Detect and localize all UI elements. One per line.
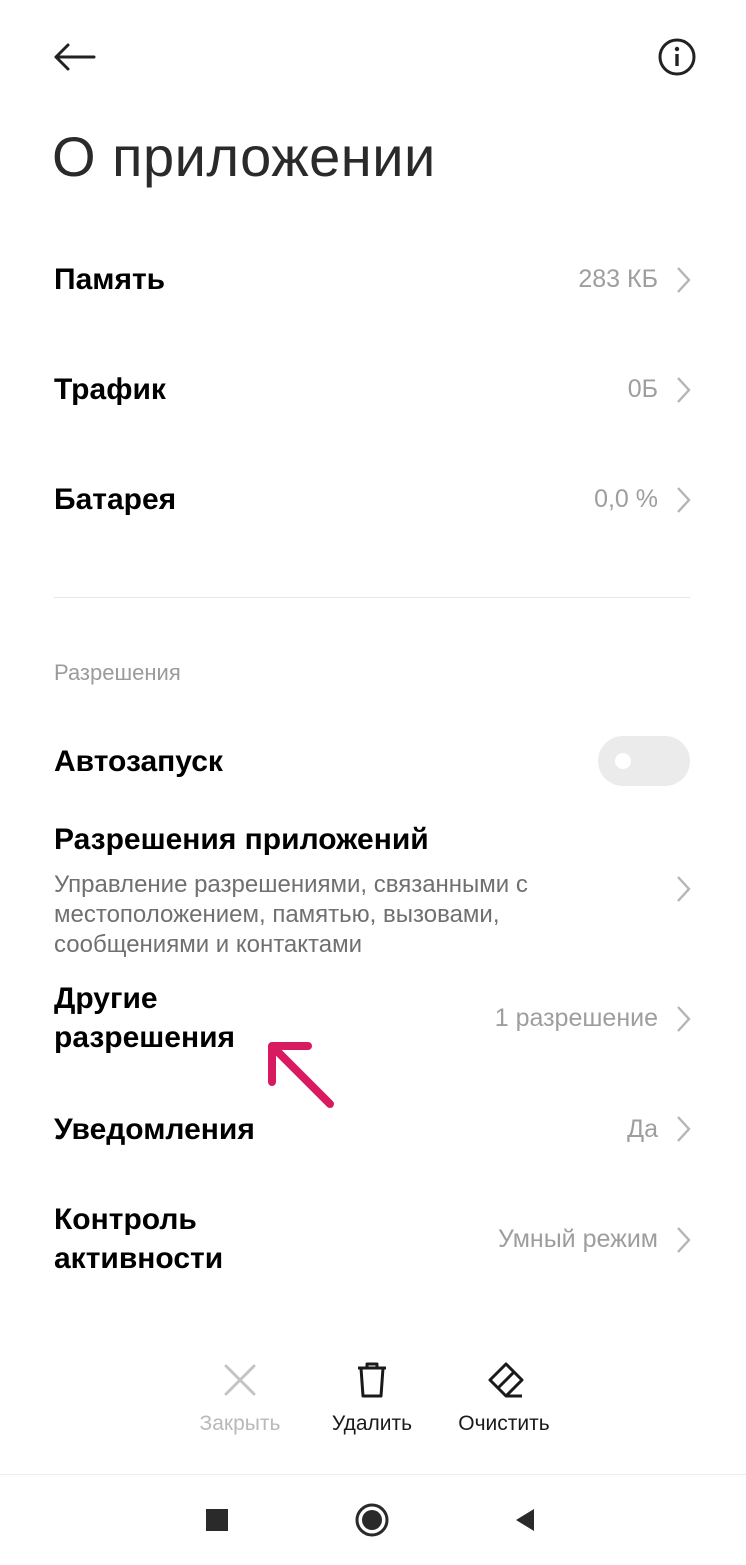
other-permissions-label-line1: Другие [54, 982, 158, 1015]
chevron-right-icon [677, 377, 691, 403]
chevron-right-icon [677, 487, 691, 513]
back-button[interactable] [46, 29, 102, 85]
autostart-toggle[interactable] [598, 736, 690, 786]
section-divider [54, 597, 690, 598]
app-permissions-label: Разрешения приложений [54, 823, 429, 856]
other-permissions-value: 1 разрешение [494, 1004, 658, 1032]
notifications-label: Уведомления [54, 1113, 255, 1146]
chevron-right-icon [677, 876, 691, 902]
arrow-left-icon [54, 43, 96, 71]
app-permissions-description: Управление разрешениями, связанными с ме… [54, 871, 528, 958]
row-traffic-value: 0Б [627, 375, 658, 403]
activity-control-value: Умный режим [497, 1225, 658, 1253]
recent-apps-button[interactable] [187, 1490, 247, 1550]
row-battery[interactable]: Батарея 0,0 % [0, 460, 746, 540]
chevron-right-icon [677, 1116, 691, 1142]
eraser-icon [488, 1362, 524, 1398]
row-traffic[interactable]: Трафик 0Б [0, 350, 746, 430]
row-memory-value: 283 КБ [578, 265, 658, 293]
toggle-knob [615, 753, 631, 769]
row-activity-control[interactable]: Контроль активности Умный режим [0, 1195, 746, 1285]
close-button[interactable]: Закрыть [170, 1360, 310, 1436]
trash-icon [358, 1362, 386, 1398]
row-battery-value: 0,0 % [594, 485, 658, 513]
chevron-right-icon [677, 1006, 691, 1032]
close-icon [224, 1364, 256, 1396]
activity-control-label-line1: Контроль [54, 1203, 197, 1236]
row-memory-label: Память [54, 263, 166, 296]
page-title: О приложении [52, 125, 436, 188]
other-permissions-label-line2: разрешения [54, 1021, 236, 1054]
notifications-value: Да [627, 1115, 658, 1143]
activity-control-label-line2: активности [54, 1242, 224, 1275]
delete-button-label: Удалить [331, 1412, 413, 1435]
triangle-back-icon [516, 1509, 534, 1531]
close-button-label: Закрыть [199, 1412, 281, 1435]
row-traffic-label: Трафик [54, 373, 166, 406]
clear-button[interactable]: Очистить [434, 1360, 574, 1436]
delete-button[interactable]: Удалить [302, 1360, 442, 1436]
chevron-right-icon [677, 267, 691, 293]
chevron-right-icon [677, 1227, 691, 1253]
home-button[interactable] [342, 1490, 402, 1550]
row-other-permissions[interactable]: Другие разрешения 1 разрешение [0, 975, 746, 1065]
info-button[interactable] [649, 29, 705, 85]
clear-button-label: Очистить [458, 1412, 550, 1435]
row-memory[interactable]: Память 283 КБ [0, 240, 746, 320]
autostart-label: Автозапуск [54, 745, 223, 778]
row-battery-label: Батарея [54, 483, 177, 516]
square-icon [206, 1509, 228, 1531]
nav-back-button[interactable] [495, 1490, 555, 1550]
section-title-permissions: Разрешения [54, 660, 181, 685]
info-circle-icon [658, 38, 696, 76]
circle-icon [355, 1503, 389, 1537]
row-notifications[interactable]: Уведомления Да [0, 1090, 746, 1170]
